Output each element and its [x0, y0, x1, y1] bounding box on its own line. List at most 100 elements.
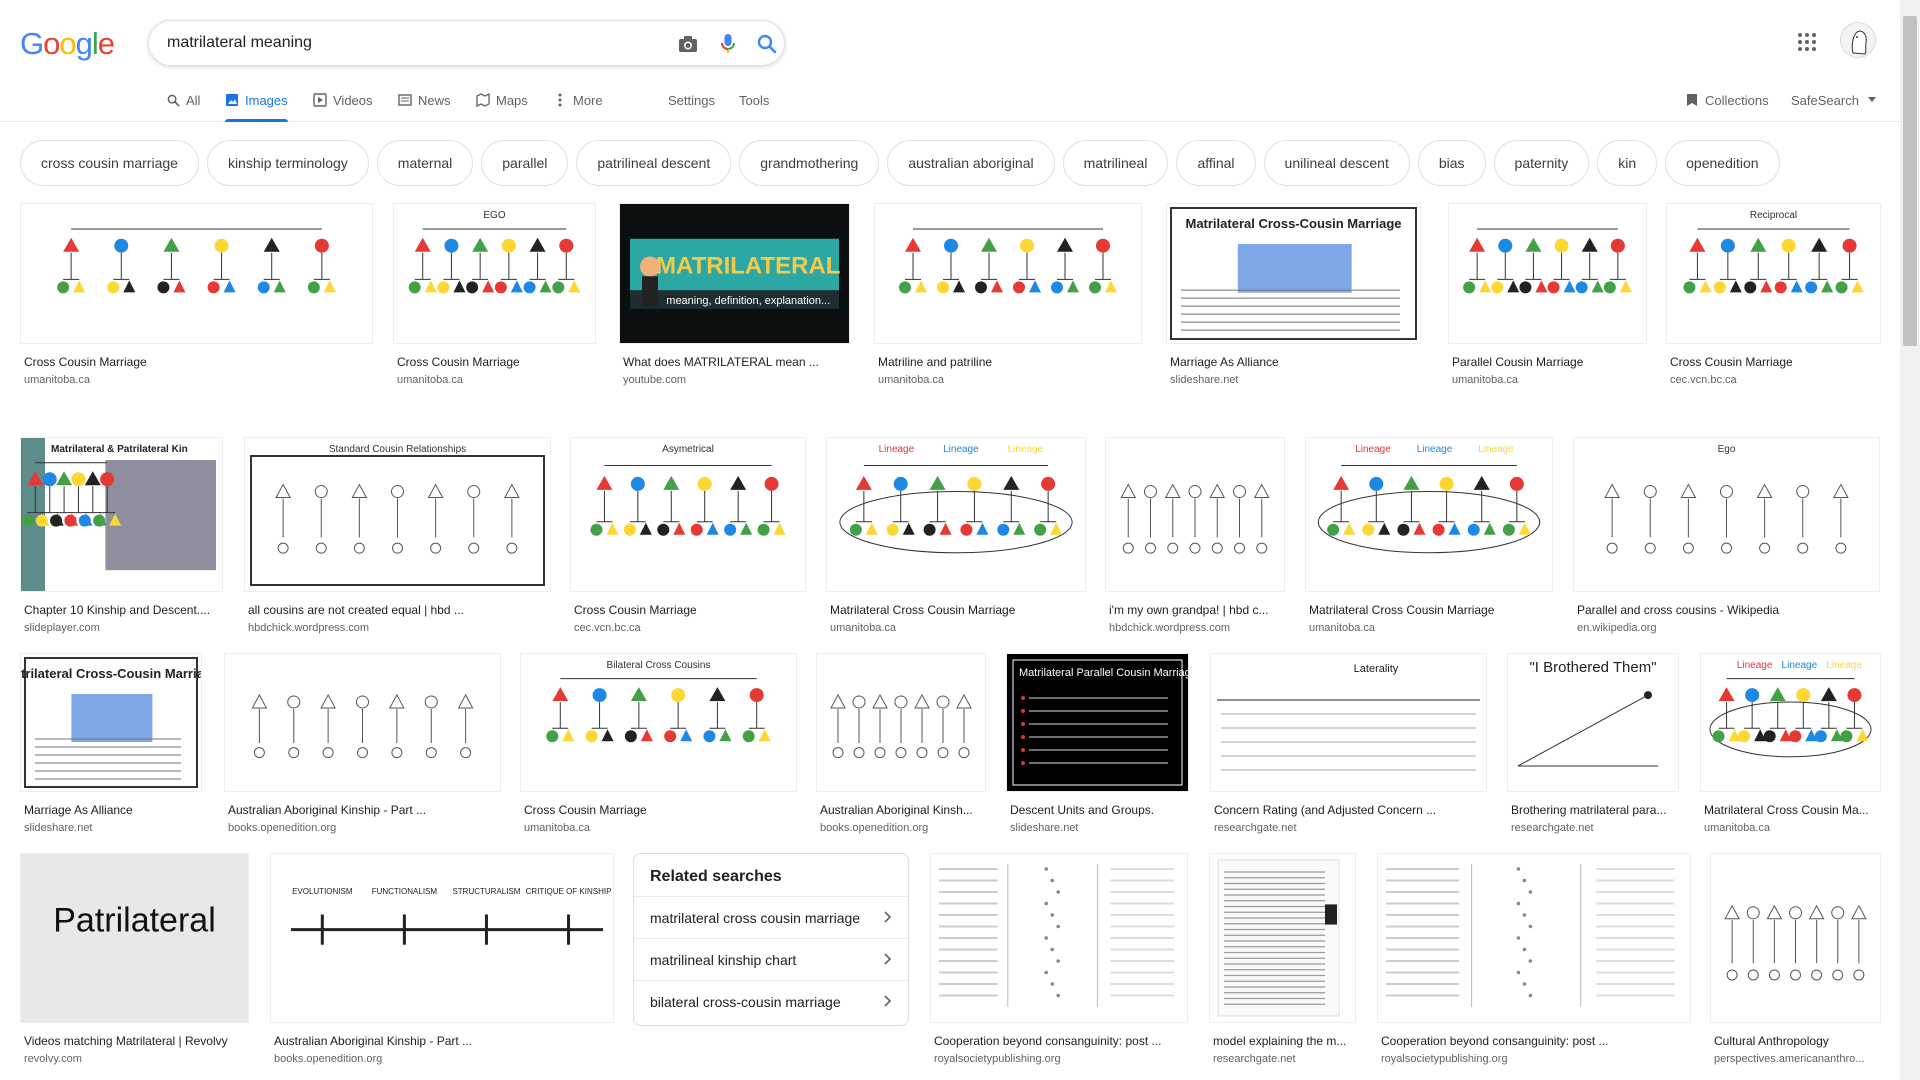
- image-result[interactable]: Laterality Concern Rating (and Adjusted C…: [1210, 653, 1487, 836]
- result-title[interactable]: Cooperation beyond consanguinity: post .…: [930, 1033, 1188, 1049]
- result-title[interactable]: Cultural Anthropology: [1710, 1033, 1881, 1049]
- result-thumbnail[interactable]: Bilateral Cross Cousins: [520, 653, 797, 792]
- result-thumbnail[interactable]: Lineage Lineage Lineage: [1700, 653, 1881, 792]
- image-result[interactable]: Lineage Lineage Lineage Matrilateral Cross …: [1305, 437, 1553, 636]
- chip[interactable]: affinal: [1176, 140, 1256, 186]
- result-thumbnail[interactable]: [1105, 437, 1285, 592]
- image-result[interactable]: Patrilateral Videos matching Matrilateral…: [20, 853, 249, 1067]
- image-result[interactable]: Matrilateral Cross-Cousin Marriage Marria…: [20, 653, 202, 836]
- image-result[interactable]: i'm my own grandpa! | hbd c... hbdchick.w…: [1105, 437, 1285, 636]
- result-thumbnail[interactable]: EGO: [393, 203, 596, 344]
- image-result[interactable]: "I Brothered Them" Brothering matrilatera…: [1507, 653, 1679, 836]
- search-box[interactable]: [148, 20, 785, 66]
- chip[interactable]: kin: [1597, 140, 1658, 186]
- chip[interactable]: matrilineal: [1062, 140, 1169, 186]
- result-thumbnail[interactable]: [1209, 853, 1356, 1023]
- chip[interactable]: bias: [1417, 140, 1486, 186]
- result-title[interactable]: Cross Cousin Marriage: [520, 802, 797, 818]
- image-result[interactable]: Matriline and patriline umanitoba.ca: [874, 203, 1142, 388]
- result-thumbnail[interactable]: [874, 203, 1142, 344]
- result-thumbnail[interactable]: EVOLUTIONISM FUNCTIONALISM STRUCTURALISM CR…: [270, 853, 614, 1023]
- image-result[interactable]: Lineage Lineage Lineage Matrilateral Cross …: [826, 437, 1086, 636]
- result-thumbnail[interactable]: Asymetrical: [570, 437, 806, 592]
- chip[interactable]: grandmothering: [739, 140, 880, 186]
- result-title[interactable]: Cross Cousin Marriage: [20, 354, 373, 370]
- image-result[interactable]: Matrilateral Cross-Cousin Marriage Marria…: [1166, 203, 1421, 388]
- result-thumbnail[interactable]: Matrilateral Cross-Cousin Marriage: [1166, 203, 1421, 344]
- chip[interactable]: patrilineal descent: [576, 140, 732, 186]
- tab-more[interactable]: More: [553, 78, 603, 122]
- result-thumbnail[interactable]: Standard Cousin Relationships: [244, 437, 551, 592]
- apps-grid-icon[interactable]: [1795, 30, 1819, 54]
- result-title[interactable]: Cooperation beyond consanguinity: post .…: [1377, 1033, 1691, 1049]
- image-result[interactable]: Bilateral Cross Cousins Cross Cousin Marr…: [520, 653, 797, 836]
- image-result[interactable]: Matrilateral Parallel Cousin Marriage Des…: [1006, 653, 1189, 836]
- scrollbar-thumb[interactable]: [1903, 16, 1917, 346]
- chip[interactable]: cross cousin marriage: [20, 140, 199, 186]
- result-title[interactable]: Australian Aboriginal Kinship - Part ...: [270, 1033, 614, 1049]
- image-result[interactable]: EVOLUTIONISM FUNCTIONALISM STRUCTURALISM CR…: [270, 853, 614, 1067]
- camera-icon[interactable]: [676, 32, 700, 56]
- related-search-item[interactable]: matrilateral cross cousin marriage: [634, 896, 908, 938]
- tab-settings[interactable]: Settings: [668, 78, 715, 122]
- image-result[interactable]: Australian Aboriginal Kinship - Part ...…: [224, 653, 501, 836]
- result-thumbnail[interactable]: Ego: [1573, 437, 1880, 592]
- page-scrollbar[interactable]: [1900, 0, 1920, 1080]
- result-title[interactable]: What does MATRILATERAL mean ...: [619, 354, 850, 370]
- result-thumbnail[interactable]: [224, 653, 501, 792]
- chip[interactable]: maternal: [376, 140, 474, 186]
- tab-videos[interactable]: Videos: [313, 78, 373, 122]
- result-thumbnail[interactable]: [816, 653, 986, 792]
- result-title[interactable]: Parallel and cross cousins - Wikipedia: [1573, 602, 1880, 618]
- google-logo[interactable]: Google: [20, 26, 115, 62]
- result-thumbnail[interactable]: Lineage Lineage Lineage: [826, 437, 1086, 592]
- result-thumbnail[interactable]: Patrilateral: [20, 853, 249, 1023]
- result-title[interactable]: Matrilateral Cross Cousin Ma...: [1700, 802, 1881, 818]
- result-title[interactable]: Videos matching Matrilateral | Revolvy: [20, 1033, 249, 1049]
- image-result[interactable]: Cooperation beyond consanguinity: post .…: [930, 853, 1188, 1067]
- result-thumbnail[interactable]: Lineage Lineage Lineage: [1305, 437, 1553, 592]
- result-title[interactable]: model explaining the m...: [1209, 1033, 1356, 1049]
- image-result[interactable]: Australian Aboriginal Kinsh... books.open…: [816, 653, 986, 836]
- chip[interactable]: parallel: [481, 140, 569, 186]
- tab-all[interactable]: All: [166, 78, 200, 122]
- result-thumbnail[interactable]: MATRILATERAL meaning, definition, explana…: [619, 203, 850, 344]
- result-thumbnail[interactable]: Matrilateral Cross-Cousin Marriage: [20, 653, 202, 792]
- chip[interactable]: unilineal descent: [1263, 140, 1410, 186]
- image-result[interactable]: Parallel Cousin Marriage umanitoba.ca: [1448, 203, 1647, 388]
- result-title[interactable]: Marriage As Alliance: [1166, 354, 1421, 370]
- chip[interactable]: australian aboriginal: [887, 140, 1055, 186]
- image-result[interactable]: Asymetrical Cross Cousin Marriage cec.vcn.…: [570, 437, 806, 636]
- result-thumbnail[interactable]: Matrilateral & Patrilateral Kin: [20, 437, 223, 592]
- image-result[interactable]: MATRILATERAL meaning, definition, explana…: [619, 203, 850, 388]
- tab-maps[interactable]: Maps: [476, 78, 528, 122]
- chip[interactable]: openedition: [1665, 140, 1780, 186]
- image-result[interactable]: Matrilateral & Patrilateral Kin Chapter 1…: [20, 437, 223, 636]
- result-thumbnail[interactable]: "I Brothered Them": [1507, 653, 1679, 792]
- image-result[interactable]: EGO Cross Cousin Marriage umanitoba.ca: [393, 203, 596, 388]
- result-title[interactable]: Australian Aboriginal Kinsh...: [816, 802, 986, 818]
- image-result[interactable]: Standard Cousin Relationships all cousins…: [244, 437, 551, 636]
- image-result[interactable]: Lineage Lineage Lineage Matrilateral Cross …: [1700, 653, 1881, 836]
- result-thumbnail[interactable]: [20, 203, 373, 344]
- avatar[interactable]: [1840, 22, 1876, 58]
- microphone-icon[interactable]: [716, 32, 740, 56]
- result-thumbnail[interactable]: [1448, 203, 1647, 344]
- tab-tools[interactable]: Tools: [739, 78, 769, 122]
- result-title[interactable]: all cousins are not created equal | hbd …: [244, 602, 551, 618]
- result-title[interactable]: Marriage As Alliance: [20, 802, 202, 818]
- result-thumbnail[interactable]: Matrilateral Parallel Cousin Marriage: [1006, 653, 1189, 792]
- result-title[interactable]: Descent Units and Groups.: [1006, 802, 1189, 818]
- collections-button[interactable]: Collections: [1685, 78, 1769, 122]
- tab-news[interactable]: News: [398, 78, 451, 122]
- result-title[interactable]: i'm my own grandpa! | hbd c...: [1105, 602, 1285, 618]
- safesearch-button[interactable]: SafeSearch: [1791, 78, 1879, 122]
- result-thumbnail[interactable]: Reciprocal: [1666, 203, 1881, 344]
- related-search-item[interactable]: bilateral cross-cousin marriage: [634, 980, 908, 1022]
- image-result[interactable]: Reciprocal Cross Cousin Marriage cec.vcn.b…: [1666, 203, 1881, 388]
- chip[interactable]: kinship terminology: [206, 140, 369, 186]
- result-title[interactable]: Cross Cousin Marriage: [570, 602, 806, 618]
- result-thumbnail[interactable]: [1710, 853, 1881, 1023]
- image-result[interactable]: Cross Cousin Marriage umanitoba.ca: [20, 203, 373, 388]
- image-result[interactable]: Cooperation beyond consanguinity: post .…: [1377, 853, 1691, 1067]
